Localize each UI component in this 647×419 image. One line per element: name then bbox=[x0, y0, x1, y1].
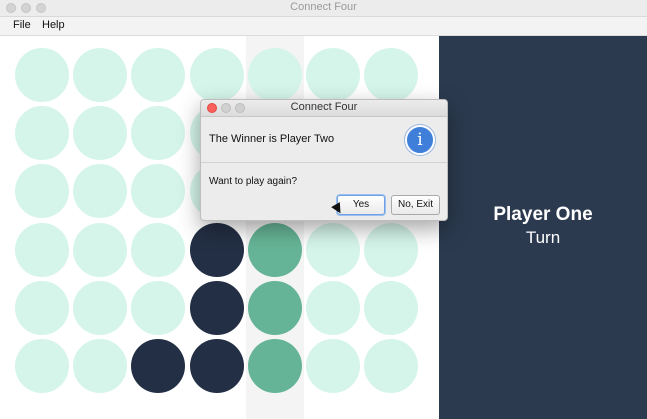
board-cell[interactable] bbox=[15, 164, 69, 219]
board-cell[interactable] bbox=[73, 222, 128, 277]
board-cell[interactable] bbox=[131, 339, 186, 393]
board-cell[interactable] bbox=[306, 339, 360, 393]
board-cell[interactable] bbox=[73, 280, 128, 335]
status-panel: Player One Turn bbox=[439, 36, 647, 419]
window-titlebar: Connect Four bbox=[0, 0, 647, 17]
board-cell[interactable] bbox=[247, 339, 302, 393]
dialog-divider bbox=[201, 162, 447, 163]
board-cell[interactable] bbox=[15, 222, 69, 277]
current-player: Player One bbox=[493, 204, 593, 225]
winner-dialog: Connect Four The Winner is Player Two i … bbox=[200, 99, 448, 221]
board-cell[interactable] bbox=[73, 106, 128, 161]
dialog-titlebar: Connect Four bbox=[201, 100, 447, 117]
board-cell[interactable] bbox=[364, 280, 419, 335]
board-cell[interactable] bbox=[306, 48, 360, 102]
menu-bar: File Help bbox=[0, 17, 647, 36]
menu-file[interactable]: File bbox=[13, 19, 31, 31]
board-cell[interactable] bbox=[73, 48, 128, 102]
board-cell[interactable] bbox=[131, 48, 186, 102]
board-cell[interactable] bbox=[15, 280, 69, 335]
board-cell[interactable] bbox=[364, 48, 419, 102]
board-cell[interactable] bbox=[189, 48, 244, 102]
board-cell[interactable] bbox=[364, 222, 419, 277]
board-cell[interactable] bbox=[189, 339, 244, 393]
no-exit-button[interactable]: No, Exit bbox=[391, 195, 440, 215]
board-cell[interactable] bbox=[131, 222, 186, 277]
board-cell[interactable] bbox=[247, 280, 302, 335]
play-again-question: Want to play again? bbox=[209, 176, 298, 187]
board-cell[interactable] bbox=[131, 280, 186, 335]
menu-help[interactable]: Help bbox=[42, 19, 65, 31]
board-cell[interactable] bbox=[306, 280, 360, 335]
info-icon: i bbox=[405, 125, 435, 155]
window-title: Connect Four bbox=[290, 1, 357, 13]
yes-button[interactable]: Yes bbox=[337, 195, 385, 215]
board-cell[interactable] bbox=[306, 222, 360, 277]
winner-message: The Winner is Player Two bbox=[209, 133, 335, 145]
board-cell[interactable] bbox=[189, 280, 244, 335]
board-cell[interactable] bbox=[189, 222, 244, 277]
board-cell[interactable] bbox=[364, 339, 419, 393]
turn-label: Turn bbox=[525, 228, 561, 247]
board-cell[interactable] bbox=[15, 48, 69, 102]
board-cell[interactable] bbox=[73, 339, 128, 393]
dialog-title: Connect Four bbox=[290, 101, 358, 113]
board-cell[interactable] bbox=[15, 339, 69, 393]
board-cell[interactable] bbox=[247, 222, 302, 277]
board-cell[interactable] bbox=[15, 106, 69, 161]
board-cell[interactable] bbox=[247, 48, 302, 102]
